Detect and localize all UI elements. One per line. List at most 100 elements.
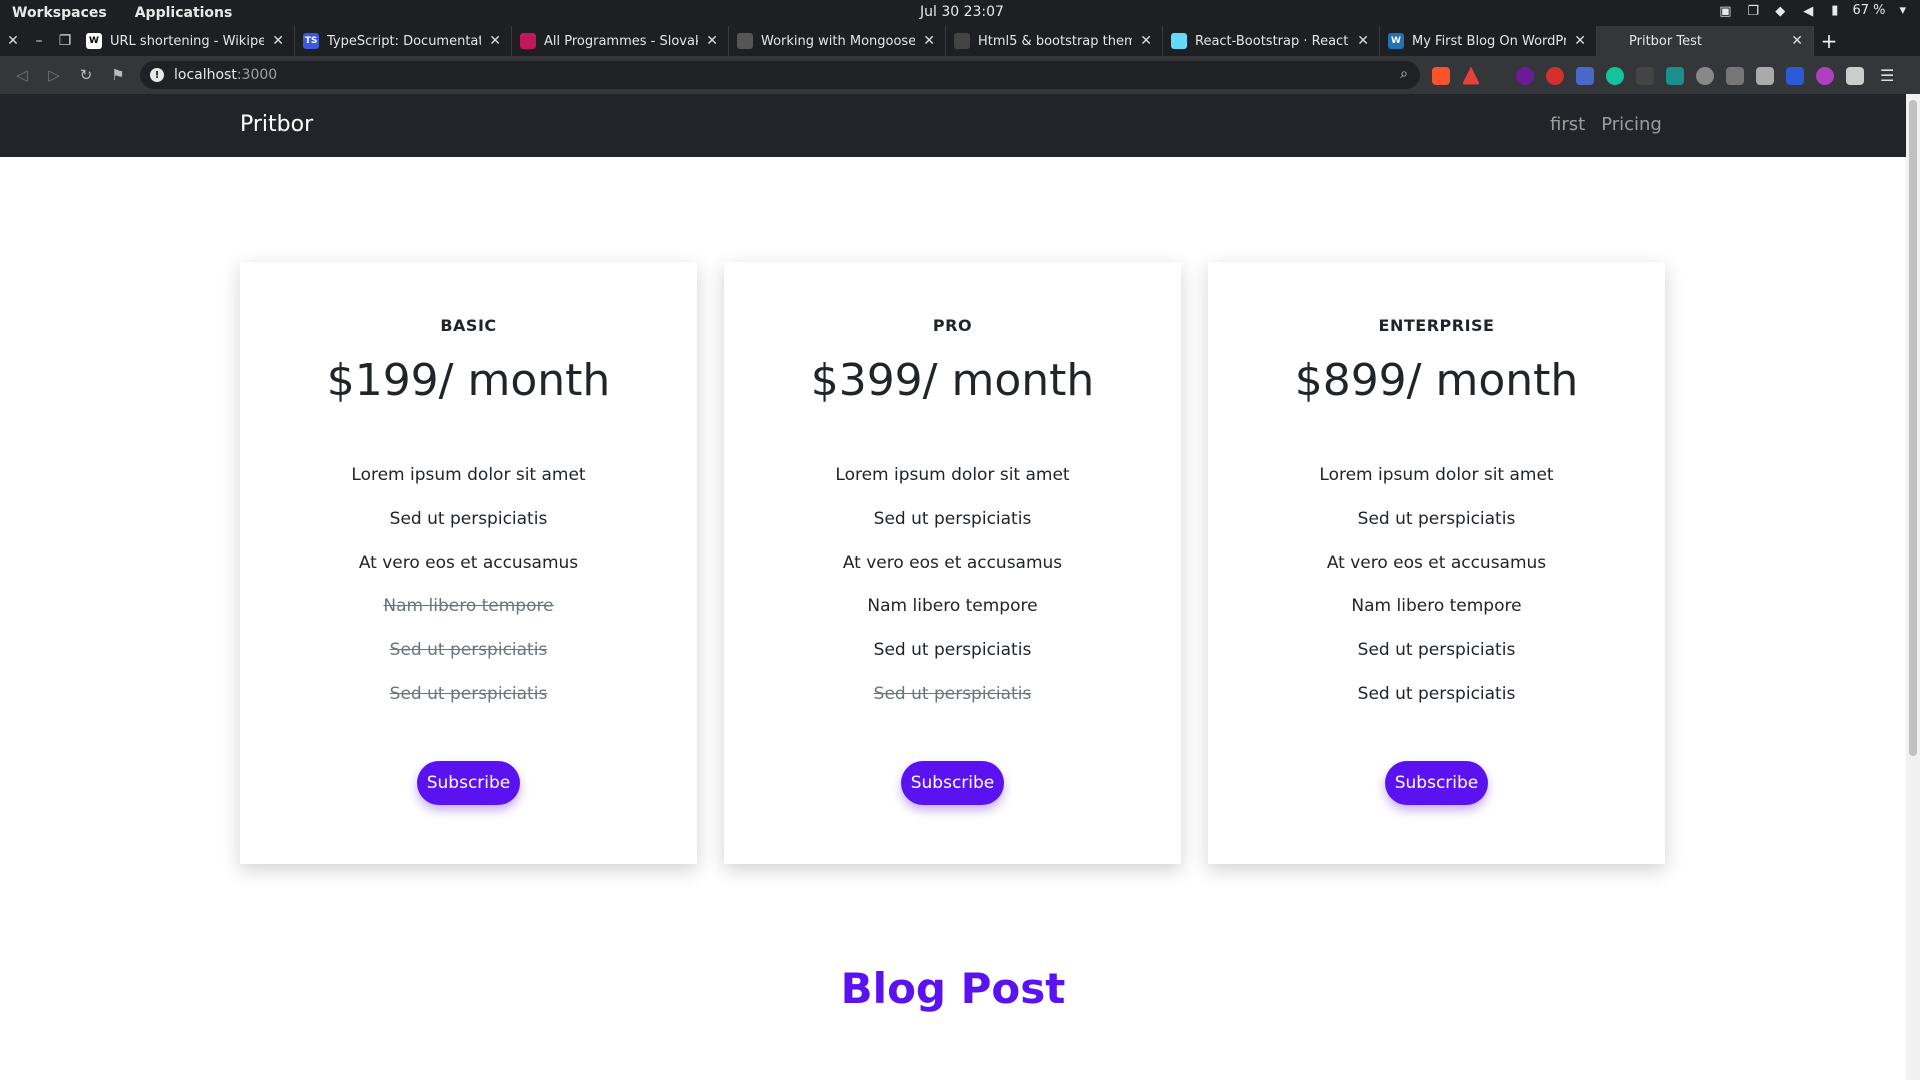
site-brand[interactable]: Pritbor	[240, 112, 313, 137]
feature-excluded: Nam libero tempore	[383, 596, 554, 617]
tab-title: React-Bootstrap · React-Bo	[1195, 33, 1349, 49]
page-viewport: Pritbor first Pricing BASIC $199/ month Lo…	[0, 94, 1920, 1080]
circle-extension-icon[interactable]	[1696, 66, 1714, 85]
react-devtools-icon[interactable]	[1636, 66, 1654, 85]
feature-excluded: Sed ut perspiciatis	[389, 683, 548, 704]
close-tab-icon[interactable]: ✕	[1791, 33, 1803, 49]
feature-included: Sed ut perspiciatis	[1357, 640, 1516, 661]
brave-rewards-icon[interactable]	[1462, 66, 1480, 85]
site-navbar: Pritbor first Pricing	[0, 94, 1906, 157]
tab-favicon-icon: W	[86, 33, 102, 49]
tab-title: Pritbor Test	[1629, 33, 1702, 49]
browser-tab[interactable]: W My First Blog On WordPres ✕	[1380, 26, 1597, 56]
feature-included: Nam libero tempore	[1351, 596, 1522, 617]
nav-link-pricing[interactable]: Pricing	[1601, 114, 1662, 135]
browser-tab[interactable]: TS TypeScript: Documentation ✕	[295, 26, 512, 56]
browser-tab[interactable]: All Programmes - Slovak Un ✕	[512, 26, 729, 56]
adblock-icon[interactable]	[1546, 66, 1564, 85]
tab-title: Html5 & bootstrap themes	[978, 33, 1132, 49]
feature-included: Lorem ipsum dolor sit amet	[835, 465, 1070, 485]
close-tab-icon[interactable]: ✕	[272, 33, 284, 49]
browser-tab[interactable]: Html5 & bootstrap themes ✕	[946, 26, 1163, 56]
wifi-icon[interactable]: ◆	[1775, 4, 1789, 19]
feature-excluded: Sed ut perspiciatis	[389, 640, 548, 661]
feature-included: At vero eos et accusamus	[1326, 552, 1547, 573]
subscribe-button[interactable]: Subscribe	[1384, 760, 1489, 805]
tab-favicon-icon	[737, 33, 753, 49]
tab-favicon-icon: W	[1388, 33, 1404, 49]
browser-menu-icon[interactable]: ☰	[1880, 66, 1894, 85]
profile-extension-icon[interactable]	[1816, 66, 1834, 85]
pricing-card-basic: BASIC $199/ month Lorem ipsum dolor sit am…	[240, 262, 697, 864]
address-bar[interactable]: ! localhost:3000 ⌕	[140, 61, 1420, 89]
feature-included: Lorem ipsum dolor sit amet	[1319, 465, 1554, 485]
translate-icon[interactable]	[1576, 66, 1594, 85]
plan-price: $199/ month	[326, 355, 611, 406]
feature-included: Nam libero tempore	[867, 596, 1038, 617]
feature-included: Sed ut perspiciatis	[873, 508, 1032, 529]
blog-section-title: Blog Post	[840, 964, 1066, 1013]
tab-title: All Programmes - Slovak Un	[544, 33, 699, 49]
url-host: localhost	[174, 67, 237, 83]
extensions-puzzle-icon[interactable]	[1846, 66, 1864, 85]
nav-link-first[interactable]: first	[1550, 114, 1585, 135]
subscribe-button[interactable]: Subscribe	[416, 760, 521, 805]
applications-menu[interactable]: Applications	[135, 5, 233, 21]
screens-icon[interactable]: ▣	[1719, 4, 1733, 19]
reload-icon[interactable]: ↻	[70, 66, 102, 84]
extension-badge-icon[interactable]	[1516, 66, 1534, 85]
tab-favicon-icon	[1171, 33, 1187, 49]
site-info-icon[interactable]: !	[150, 68, 164, 82]
grammarly-icon[interactable]	[1606, 66, 1624, 85]
browser-tab[interactable]: Pritbor Test ✕	[1597, 26, 1814, 56]
browser-tab[interactable]: React-Bootstrap · React-Bo ✕	[1163, 26, 1380, 56]
close-tab-icon[interactable]: ✕	[1357, 33, 1369, 49]
back-icon[interactable]: ◁	[6, 66, 38, 84]
battery-level: 67 %	[1852, 3, 1886, 18]
tray-menu-chevron-icon[interactable]: ▾	[1899, 3, 1906, 18]
scrollbar-thumb[interactable]	[1909, 100, 1917, 756]
browser-toolbar: ◁ ▷ ↻ ⚑ ! localhost:3000 ⌕ ☰	[0, 56, 1920, 94]
window-icon[interactable]: ❐	[1747, 4, 1761, 19]
plan-name: BASIC	[440, 316, 497, 335]
plan-name: PRO	[932, 316, 973, 335]
close-window-icon[interactable]: ✕	[0, 33, 26, 49]
feature-included: At vero eos et accusamus	[842, 552, 1063, 573]
url-port: :3000	[236, 67, 278, 83]
extension-pages-icon[interactable]	[1726, 66, 1744, 85]
browser-tab[interactable]: Working with Mongoose in ✕	[729, 26, 946, 56]
browser-tab[interactable]: W URL shortening - Wikipedia ✕	[78, 26, 295, 56]
volume-icon[interactable]: ◀	[1803, 4, 1817, 19]
pen-icon[interactable]	[1756, 66, 1774, 85]
zoom-icon[interactable]: ⌕	[1400, 66, 1408, 82]
subscribe-button[interactable]: Subscribe	[900, 760, 1005, 805]
restore-window-icon[interactable]: ❐	[52, 33, 78, 49]
tab-title: URL shortening - Wikipedia	[110, 33, 264, 49]
battery-icon[interactable]: ▮	[1831, 3, 1838, 18]
feature-list: Lorem ipsum dolor sit amet Sed ut perspic…	[240, 454, 697, 717]
feature-included: Sed ut perspiciatis	[1357, 683, 1516, 704]
close-tab-icon[interactable]: ✕	[1140, 33, 1152, 49]
close-tab-icon[interactable]: ✕	[489, 33, 501, 49]
tab-favicon-icon	[1605, 33, 1621, 49]
brave-shield-icon[interactable]	[1432, 66, 1450, 85]
forward-icon[interactable]: ▷	[38, 66, 70, 84]
plan-price: $399/ month	[810, 355, 1095, 406]
workspaces-menu[interactable]: Workspaces	[12, 5, 107, 21]
feature-included: Lorem ipsum dolor sit amet	[351, 465, 586, 485]
close-tab-icon[interactable]: ✕	[1574, 33, 1586, 49]
tab-favicon-icon	[520, 33, 536, 49]
new-tab-button[interactable]: +	[1814, 29, 1844, 53]
feature-excluded: Sed ut perspiciatis	[873, 683, 1032, 704]
system-clock[interactable]: Jul 30 23:07	[920, 4, 1004, 20]
page-scrollbar[interactable]	[1906, 94, 1920, 1080]
tab-title: TypeScript: Documentation	[327, 33, 481, 49]
extension-cp-icon[interactable]	[1666, 66, 1684, 85]
close-tab-icon[interactable]: ✕	[923, 33, 935, 49]
s-extension-icon[interactable]	[1786, 66, 1804, 85]
minimize-window-icon[interactable]: –	[26, 33, 52, 49]
close-tab-icon[interactable]: ✕	[706, 33, 718, 49]
pricing-cards: BASIC $199/ month Lorem ipsum dolor sit am…	[240, 262, 1665, 864]
bookmark-icon[interactable]: ⚑	[102, 66, 134, 84]
tab-title: My First Blog On WordPres	[1412, 33, 1567, 49]
